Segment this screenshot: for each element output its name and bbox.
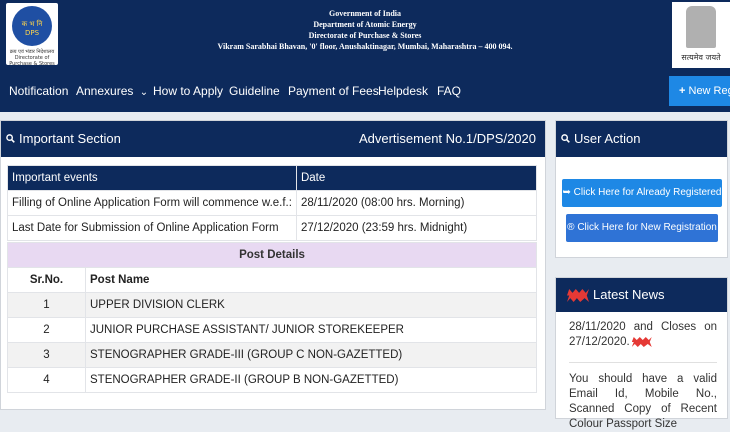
nav-annexures-label: Annexures <box>76 84 133 98</box>
srno-cell: 1 <box>8 293 86 318</box>
nav-payment-of-fees[interactable]: Payment of Fees <box>288 70 379 112</box>
col-header-date: Date <box>296 166 536 191</box>
event-cell: Filling of Online Application Form will … <box>8 191 297 216</box>
already-registered-button[interactable]: ➥ Click Here for Already Registered <box>562 179 722 207</box>
important-section-panel: Important Section Advertisement No.1/DPS… <box>0 120 546 410</box>
search-icon <box>6 134 15 143</box>
col-header-srno: Sr.No. <box>8 268 86 293</box>
nav-faq[interactable]: FAQ <box>437 70 461 112</box>
site-header: क भ नि DPS क्रय एवं भंडार निदेशालय Direc… <box>0 0 730 70</box>
advertisement-number: Advertisement No.1/DPS/2020 <box>359 131 536 146</box>
important-section-header: Important Section Advertisement No.1/DPS… <box>1 121 545 157</box>
table-row: 4 STENOGRAPHER GRADE-II (GROUP B NON-GAZ… <box>8 368 537 393</box>
srno-cell: 2 <box>8 318 86 343</box>
header-title-block: Government of India Department of Atomic… <box>180 8 550 52</box>
main-navbar: Notification Annexures ⌄ How to Apply Gu… <box>0 70 730 112</box>
news-item-2[interactable]: You should have a valid Email Id, Mobile… <box>569 372 717 432</box>
col-header-event: Important events <box>8 166 297 191</box>
registered-icon: ® <box>567 222 577 233</box>
table-row: 2 JUNIOR PURCHASE ASSISTANT/ JUNIOR STOR… <box>8 318 537 343</box>
table-row: 3 STENOGRAPHER GRADE-III (GROUP C NON-GA… <box>8 343 537 368</box>
nav-notification[interactable]: Notification <box>9 70 68 112</box>
nav-helpdesk[interactable]: Helpdesk <box>378 70 428 112</box>
national-emblem: सत्यमेव जयते <box>672 2 730 68</box>
user-action-header: User Action <box>556 121 727 157</box>
post-details-title-row: Post Details <box>8 243 537 268</box>
header-line-2: Department of Atomic Energy <box>180 19 550 30</box>
new-tag-icon <box>632 337 652 347</box>
new-registration-button[interactable]: ® Click Here for New Registration <box>566 214 718 242</box>
new-badge-icon <box>567 289 589 302</box>
srno-cell: 4 <box>8 368 86 393</box>
postname-cell: UPPER DIVISION CLERK <box>86 293 537 318</box>
new-registration-nav-label: New Reg <box>689 85 730 97</box>
nav-how-to-apply[interactable]: How to Apply <box>153 70 223 112</box>
table-row: 1 UPPER DIVISION CLERK <box>8 293 537 318</box>
event-cell: Last Date for Submission of Online Appli… <box>8 216 297 241</box>
table-row: Filling of Online Application Form will … <box>8 191 537 216</box>
new-registration-nav-button[interactable]: + New Reg <box>669 76 730 106</box>
already-registered-label: Click Here for Already Registered <box>574 187 722 198</box>
dps-logo-circle: क भ नि DPS <box>12 6 52 46</box>
sign-in-icon: ➥ <box>562 187 573 198</box>
date-cell: 28/11/2020 (08:00 hrs. Morning) <box>296 191 536 216</box>
header-line-4: Vikram Sarabhai Bhavan, '0' floor, Anush… <box>180 41 550 52</box>
dps-logo[interactable]: क भ नि DPS क्रय एवं भंडार निदेशालय Direc… <box>6 3 58 65</box>
post-details-title: Post Details <box>8 243 537 268</box>
latest-news-title: Latest News <box>593 287 665 302</box>
table-row: Last Date for Submission of Online Appli… <box>8 216 537 241</box>
postname-cell: STENOGRAPHER GRADE-III (GROUP C NON-GAZE… <box>86 343 537 368</box>
post-details-table: Post Details Sr.No. Post Name 1 UPPER DI… <box>7 242 537 393</box>
srno-cell: 3 <box>8 343 86 368</box>
important-section-title: Important Section <box>19 131 121 146</box>
events-header-row: Important events Date <box>8 166 537 191</box>
col-header-postname: Post Name <box>86 268 537 293</box>
header-line-3: Directorate of Purchase & Stores <box>180 30 550 41</box>
user-action-title: User Action <box>574 131 640 146</box>
postname-cell: JUNIOR PURCHASE ASSISTANT/ JUNIOR STOREK… <box>86 318 537 343</box>
nav-annexures[interactable]: Annexures ⌄ <box>76 70 148 112</box>
emblem-motto: सत्यमेव जयते <box>672 52 730 63</box>
important-events-table: Important events Date Filling of Online … <box>7 165 537 241</box>
post-header-row: Sr.No. Post Name <box>8 268 537 293</box>
postname-cell: STENOGRAPHER GRADE-II (GROUP B NON-GAZET… <box>86 368 537 393</box>
chevron-down-icon: ⌄ <box>140 87 148 98</box>
new-registration-label: Click Here for New Registration <box>577 222 717 233</box>
date-cell: 27/12/2020 (23:59 hrs. Midnight) <box>296 216 536 241</box>
emblem-icon <box>686 6 716 48</box>
latest-news-panel: Latest News 28/11/2020 and Closes on 27/… <box>555 277 728 419</box>
dps-logo-caption: क्रय एवं भंडार निदेशालय Directorate of P… <box>8 49 56 67</box>
header-line-1: Government of India <box>180 8 550 19</box>
nav-guideline[interactable]: Guideline <box>229 70 280 112</box>
news-item-1[interactable]: 28/11/2020 and Closes on 27/12/2020. <box>569 320 717 350</box>
user-action-panel: User Action ➥ Click Here for Already Reg… <box>555 120 728 258</box>
latest-news-header: Latest News <box>556 278 727 312</box>
plus-icon: + <box>679 85 685 97</box>
search-icon <box>561 134 570 143</box>
news-divider <box>569 362 717 363</box>
dps-logo-text: क भ नि DPS <box>12 20 52 37</box>
